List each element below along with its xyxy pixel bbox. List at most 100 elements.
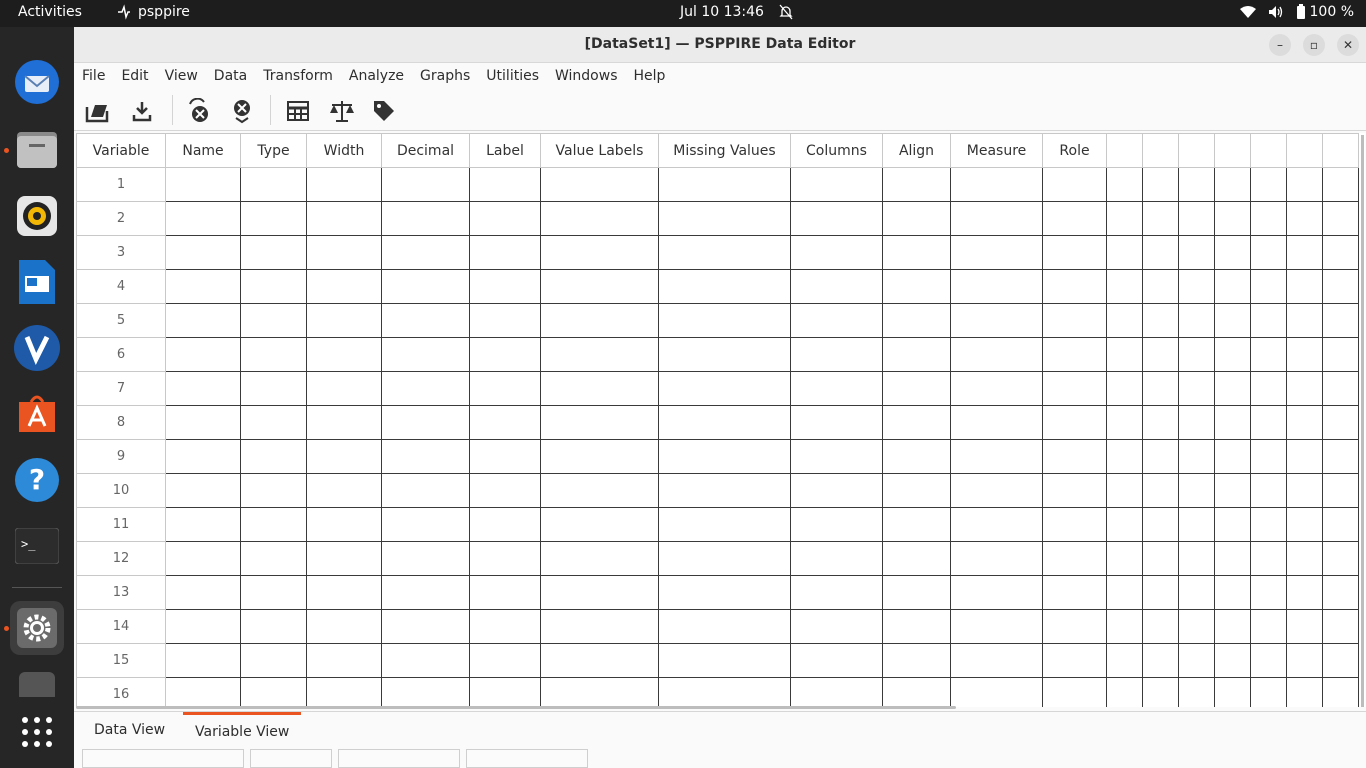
- grid-cell[interactable]: [1042, 609, 1107, 644]
- column-header-decimal[interactable]: Decimal: [381, 133, 470, 168]
- grid-cell[interactable]: [658, 405, 791, 440]
- grid-cell[interactable]: [240, 507, 307, 542]
- grid-cell[interactable]: [469, 575, 541, 610]
- dock-rhythmbox[interactable]: [10, 189, 64, 243]
- grid-cell[interactable]: [1042, 337, 1107, 372]
- row-number[interactable]: 14: [76, 609, 166, 644]
- grid-cell[interactable]: [240, 439, 307, 474]
- clock[interactable]: Jul 10 13:46: [680, 4, 764, 20]
- grid-cell[interactable]: [306, 575, 382, 610]
- grid-cell[interactable]: [165, 269, 241, 304]
- grid-cell[interactable]: [790, 303, 883, 338]
- grid-cell[interactable]: [790, 643, 883, 678]
- grid-cell[interactable]: [306, 337, 382, 372]
- grid-cell[interactable]: [540, 541, 659, 576]
- grid-cell[interactable]: [165, 405, 241, 440]
- grid-cell[interactable]: [1106, 643, 1143, 678]
- dock-partial-app[interactable]: [10, 667, 64, 697]
- grid-cell[interactable]: [1286, 473, 1323, 508]
- menu-data[interactable]: Data: [214, 68, 247, 84]
- grid-cell[interactable]: [1178, 235, 1215, 270]
- grid-cell[interactable]: [1250, 677, 1287, 707]
- grid-cell[interactable]: [1322, 201, 1359, 236]
- grid-cell[interactable]: [1106, 609, 1143, 644]
- grid-cell[interactable]: [1106, 201, 1143, 236]
- grid-cell[interactable]: [1178, 167, 1215, 202]
- grid-cell[interactable]: [790, 269, 883, 304]
- grid-cell[interactable]: [790, 439, 883, 474]
- grid-cell[interactable]: [540, 507, 659, 542]
- grid-cell[interactable]: [306, 677, 382, 707]
- grid-cell[interactable]: [240, 405, 307, 440]
- column-header-variable[interactable]: Variable: [76, 133, 166, 168]
- grid-cell[interactable]: [1178, 473, 1215, 508]
- open-button[interactable]: [84, 97, 112, 125]
- grid-cell[interactable]: [882, 371, 951, 406]
- grid-cell[interactable]: [381, 677, 470, 707]
- grid-cell[interactable]: [950, 473, 1043, 508]
- grid-cell[interactable]: [1250, 507, 1287, 542]
- dock-thunderbird[interactable]: [10, 55, 64, 109]
- grid-cell[interactable]: [950, 677, 1043, 707]
- grid-cell[interactable]: [381, 575, 470, 610]
- grid-cell[interactable]: [950, 609, 1043, 644]
- grid-cell[interactable]: [165, 439, 241, 474]
- grid-cell[interactable]: [1178, 439, 1215, 474]
- grid-cell[interactable]: [950, 167, 1043, 202]
- grid-cell[interactable]: [1286, 167, 1323, 202]
- grid-cell[interactable]: [540, 473, 659, 508]
- grid-cell[interactable]: [1250, 405, 1287, 440]
- grid-cell[interactable]: [1322, 167, 1359, 202]
- grid-cell[interactable]: [1322, 303, 1359, 338]
- grid-cell[interactable]: [1250, 167, 1287, 202]
- row-number[interactable]: 11: [76, 507, 166, 542]
- column-header-width[interactable]: Width: [306, 133, 382, 168]
- grid-cell[interactable]: [1042, 303, 1107, 338]
- menu-view[interactable]: View: [165, 68, 198, 84]
- grid-cell[interactable]: [1214, 643, 1251, 678]
- grid-cell[interactable]: [658, 371, 791, 406]
- grid-cell[interactable]: [1042, 643, 1107, 678]
- grid-cell[interactable]: [950, 371, 1043, 406]
- grid-cell[interactable]: [165, 201, 241, 236]
- row-number[interactable]: 3: [76, 235, 166, 270]
- grid-cell[interactable]: [165, 541, 241, 576]
- grid-cell[interactable]: [950, 643, 1043, 678]
- grid-cell[interactable]: [1322, 405, 1359, 440]
- grid-cell[interactable]: [469, 541, 541, 576]
- grid-cell[interactable]: [381, 405, 470, 440]
- grid-cell[interactable]: [1250, 439, 1287, 474]
- grid-cell[interactable]: [540, 337, 659, 372]
- grid-cell[interactable]: [306, 167, 382, 202]
- grid-cell[interactable]: [1106, 167, 1143, 202]
- grid-cell[interactable]: [1286, 439, 1323, 474]
- grid-cell[interactable]: [1106, 575, 1143, 610]
- grid-cell[interactable]: [790, 609, 883, 644]
- grid-cell[interactable]: [165, 575, 241, 610]
- grid-cell[interactable]: [882, 269, 951, 304]
- horizontal-scrollbar[interactable]: [76, 706, 956, 709]
- grid-cell[interactable]: [1178, 575, 1215, 610]
- grid-cell[interactable]: [306, 371, 382, 406]
- redo-button[interactable]: [228, 97, 256, 125]
- grid-cell[interactable]: [1142, 507, 1179, 542]
- grid-cell[interactable]: [950, 303, 1043, 338]
- activities-button[interactable]: Activities: [18, 4, 82, 20]
- grid-cell[interactable]: [540, 269, 659, 304]
- grid-cell[interactable]: [1322, 609, 1359, 644]
- menu-graphs[interactable]: Graphs: [420, 68, 470, 84]
- grid-cell[interactable]: [1214, 371, 1251, 406]
- grid-cell[interactable]: [1214, 405, 1251, 440]
- grid-cell[interactable]: [240, 201, 307, 236]
- title-bar[interactable]: [DataSet1] — PSPPIRE Data Editor – ▫ ✕: [74, 27, 1366, 63]
- grid-cell[interactable]: [1286, 677, 1323, 707]
- grid-cell[interactable]: [540, 439, 659, 474]
- grid-cell[interactable]: [381, 609, 470, 644]
- row-number[interactable]: 4: [76, 269, 166, 304]
- grid-cell[interactable]: [1250, 269, 1287, 304]
- grid-cell[interactable]: [882, 473, 951, 508]
- grid-cell[interactable]: [1178, 371, 1215, 406]
- column-header-empty[interactable]: [1250, 133, 1287, 168]
- grid-cell[interactable]: [165, 507, 241, 542]
- grid-cell[interactable]: [469, 609, 541, 644]
